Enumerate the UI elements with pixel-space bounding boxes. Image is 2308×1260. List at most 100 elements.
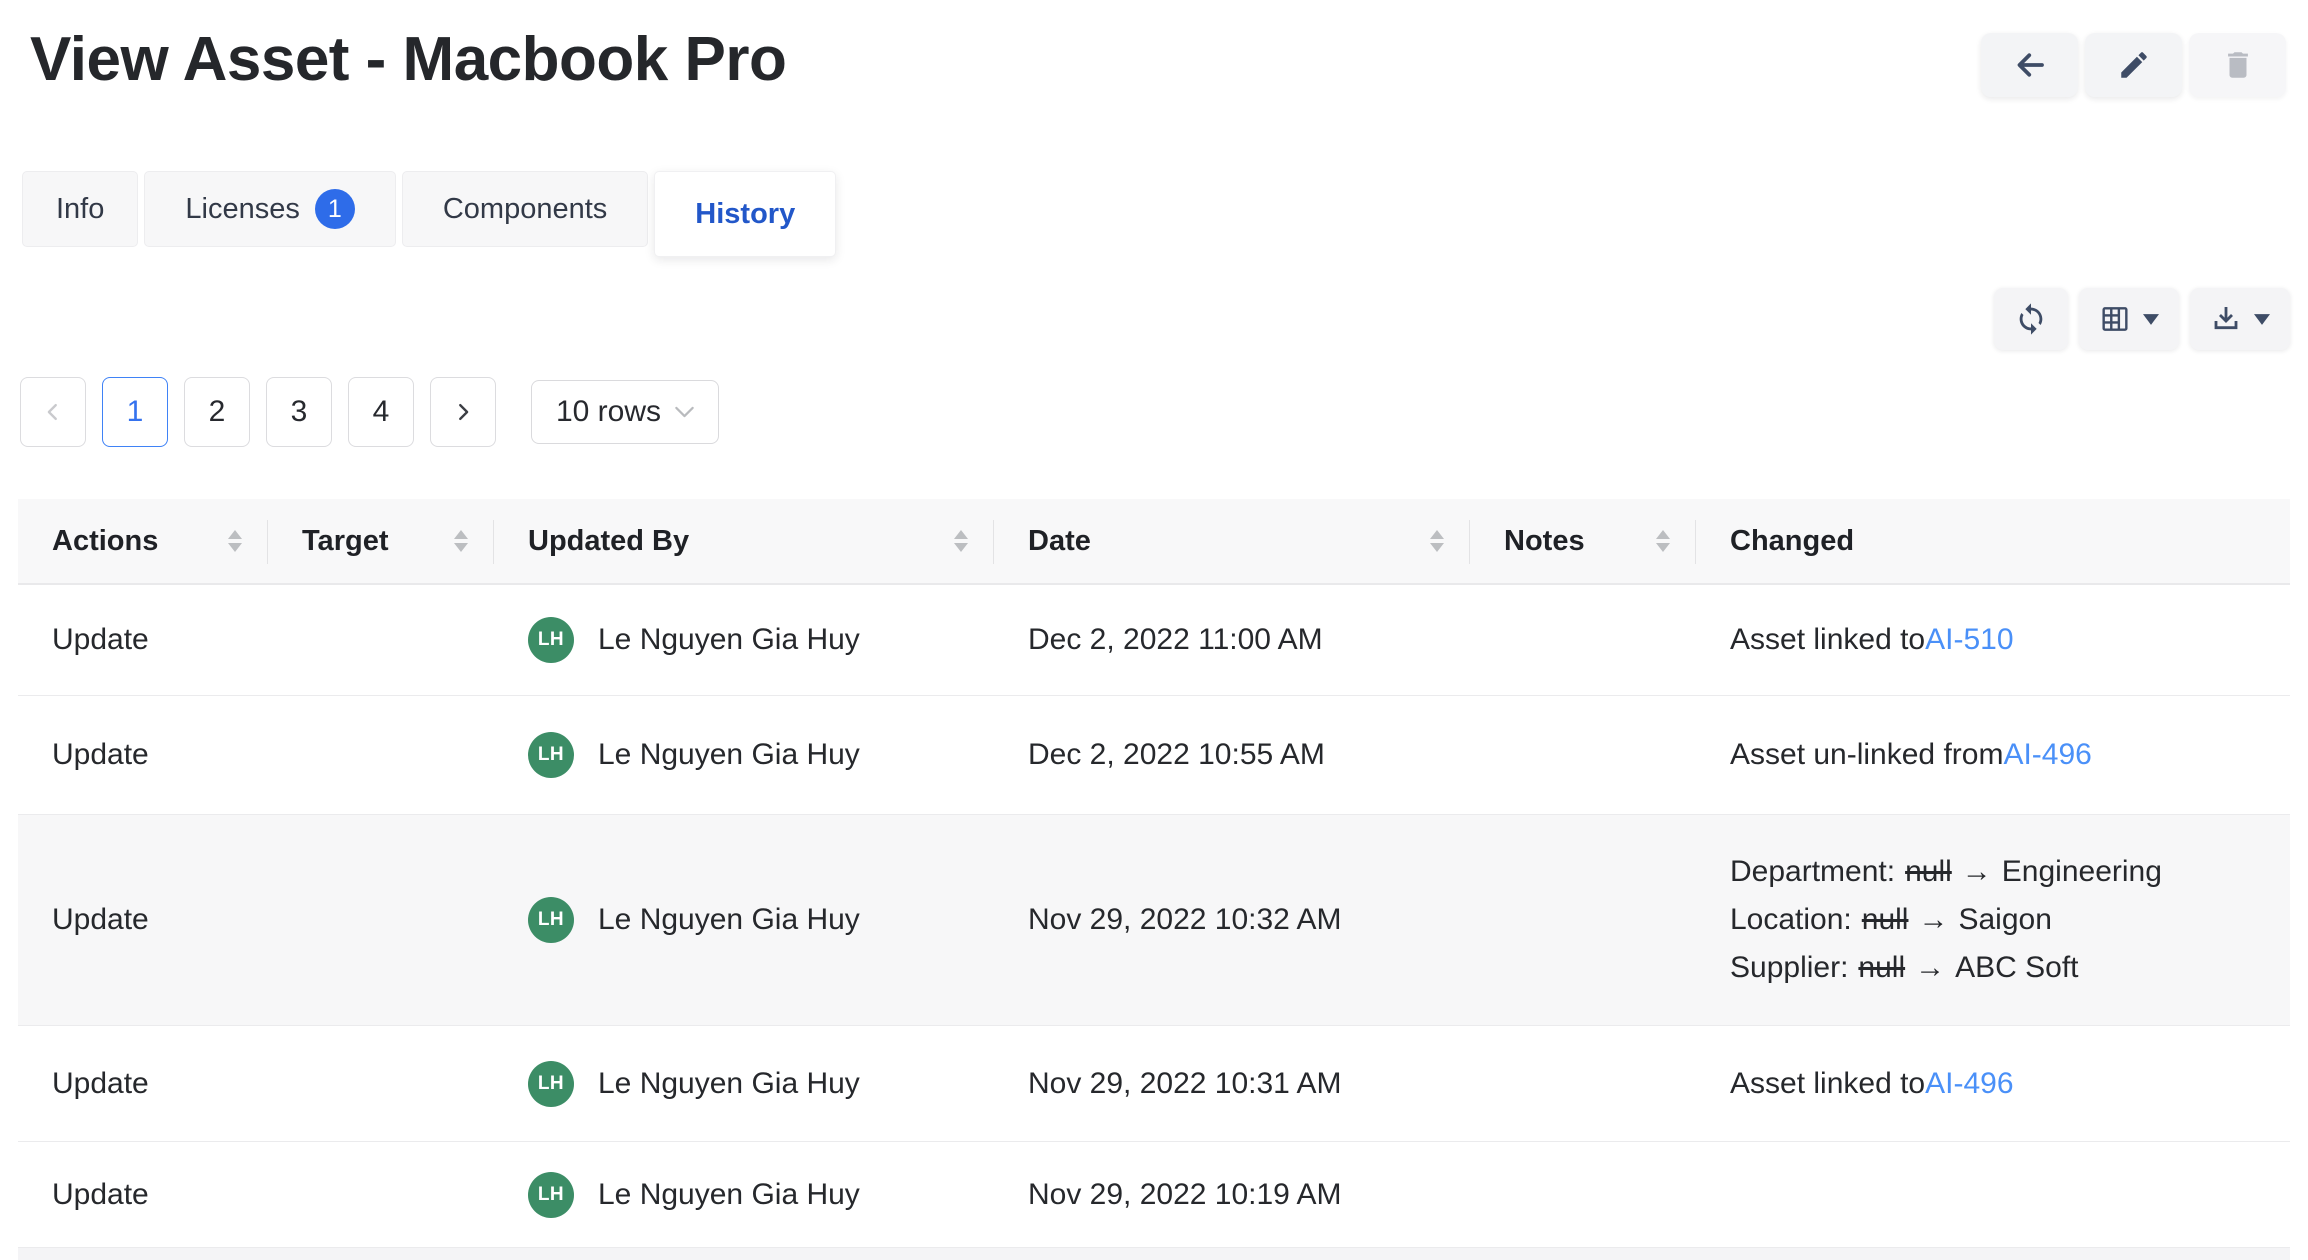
- download-icon: [2210, 303, 2242, 335]
- user-avatar: LH: [528, 732, 574, 778]
- notes-cell: [1470, 1026, 1696, 1141]
- column-header-changed: Changed: [1696, 499, 2290, 583]
- tab-components[interactable]: Components: [402, 171, 648, 247]
- target-cell: [268, 585, 494, 695]
- changed-cell: Department: null → Engineering Location:…: [1696, 815, 2290, 1025]
- trash-icon: [2221, 48, 2255, 82]
- updated-by-cell: LH Le Nguyen Gia Huy: [494, 696, 994, 814]
- history-table: Actions Target Updated By Date Notes Cha…: [18, 499, 2290, 1248]
- column-header-updated-by[interactable]: Updated By: [494, 499, 994, 583]
- date-cell: Dec 2, 2022 10:55 AM: [994, 696, 1470, 814]
- pencil-icon: [2117, 48, 2151, 82]
- new-value: ABC Soft: [1955, 944, 2078, 992]
- field-name: Department:: [1730, 848, 1895, 896]
- old-value: null: [1858, 944, 1905, 992]
- rows-per-page-select[interactable]: 10 rows: [531, 380, 719, 444]
- sort-icon: [1430, 530, 1444, 552]
- page-button-1[interactable]: 1: [102, 377, 168, 447]
- updated-by-cell: LH Le Nguyen Gia Huy: [494, 585, 994, 695]
- sort-icon: [228, 530, 242, 552]
- table-row: Update LH Le Nguyen Gia Huy Dec 2, 2022 …: [18, 585, 2290, 696]
- field-name: Location:: [1730, 896, 1852, 944]
- arrow-glyph: →: [1918, 896, 1948, 944]
- tab-licenses[interactable]: Licenses 1: [144, 171, 395, 247]
- page-button-2[interactable]: 2: [184, 377, 250, 447]
- asset-link[interactable]: AI-510: [1925, 623, 2013, 657]
- prev-page-button[interactable]: [20, 377, 86, 447]
- edit-button[interactable]: [2085, 33, 2182, 97]
- tab-label: Licenses: [185, 193, 299, 226]
- action-cell: Update: [18, 1026, 268, 1141]
- table-row: Update LH Le Nguyen Gia Huy Nov 29, 2022…: [18, 1026, 2290, 1142]
- tab-label: Components: [443, 193, 607, 226]
- user-name: Le Nguyen Gia Huy: [598, 1067, 860, 1101]
- refresh-icon: [2014, 302, 2048, 336]
- chevron-down-icon: [675, 406, 694, 418]
- column-header-date[interactable]: Date: [994, 499, 1470, 583]
- date-cell: Dec 2, 2022 11:00 AM: [994, 585, 1470, 695]
- pagination: 1 2 3 4 10 rows: [20, 377, 2308, 447]
- page-button-4[interactable]: 4: [348, 377, 414, 447]
- licenses-count-badge: 1: [315, 189, 355, 229]
- changed-field-line: Supplier: null → ABC Soft: [1730, 944, 2079, 992]
- sort-icon: [1656, 530, 1670, 552]
- user-name: Le Nguyen Gia Huy: [598, 623, 860, 657]
- caret-down-icon: [2143, 314, 2159, 325]
- page-title: View Asset - Macbook Pro: [30, 26, 786, 94]
- back-button[interactable]: [1981, 33, 2078, 97]
- column-header-target[interactable]: Target: [268, 499, 494, 583]
- changed-cell: Asset un-linked from AI-496: [1696, 696, 2290, 814]
- field-name: Supplier:: [1730, 944, 1848, 992]
- next-page-button[interactable]: [430, 377, 496, 447]
- changed-field-line: Department: null → Engineering: [1730, 848, 2162, 896]
- column-header-notes[interactable]: Notes: [1470, 499, 1696, 583]
- target-cell: [268, 696, 494, 814]
- notes-cell: [1470, 696, 1696, 814]
- user-avatar: LH: [528, 1061, 574, 1107]
- refresh-button[interactable]: [1994, 288, 2068, 350]
- notes-cell: [1470, 585, 1696, 695]
- user-name: Le Nguyen Gia Huy: [598, 738, 860, 772]
- page-header: View Asset - Macbook Pro: [0, 0, 2308, 97]
- delete-button[interactable]: [2189, 33, 2286, 97]
- tab-history[interactable]: History: [654, 171, 836, 257]
- chevron-left-icon: [42, 401, 64, 423]
- user-avatar: LH: [528, 617, 574, 663]
- new-value: Saigon: [1958, 896, 2051, 944]
- table-header-row: Actions Target Updated By Date Notes Cha…: [18, 499, 2290, 585]
- notes-cell: [1470, 1142, 1696, 1247]
- notes-cell: [1470, 815, 1696, 1025]
- target-cell: [268, 1142, 494, 1247]
- export-button[interactable]: [2190, 288, 2290, 350]
- column-header-actions[interactable]: Actions: [18, 499, 268, 583]
- changed-text: Asset linked to: [1730, 1067, 1925, 1101]
- updated-by-cell: LH Le Nguyen Gia Huy: [494, 1142, 994, 1247]
- view-asset-page: View Asset - Macbook Pro Info: [0, 0, 2308, 1260]
- old-value: null: [1862, 896, 1909, 944]
- updated-by-cell: LH Le Nguyen Gia Huy: [494, 1026, 994, 1141]
- changed-text: Asset un-linked from: [1730, 738, 2003, 772]
- sort-icon: [954, 530, 968, 552]
- updated-by-cell: LH Le Nguyen Gia Huy: [494, 815, 994, 1025]
- changed-cell: Asset linked to AI-510: [1696, 585, 2290, 695]
- action-cell: Update: [18, 585, 268, 695]
- table-row: Update LH Le Nguyen Gia Huy Nov 29, 2022…: [18, 815, 2290, 1026]
- arrow-left-icon: [2012, 47, 2048, 83]
- asset-link[interactable]: AI-496: [1925, 1067, 2013, 1101]
- user-avatar: LH: [528, 897, 574, 943]
- asset-link[interactable]: AI-496: [2003, 738, 2091, 772]
- table-row: Update LH Le Nguyen Gia Huy Nov 29, 2022…: [18, 1142, 2290, 1248]
- table-body: Update LH Le Nguyen Gia Huy Dec 2, 2022 …: [18, 585, 2290, 1248]
- columns-button[interactable]: [2079, 288, 2179, 350]
- table-toolbar: [0, 288, 2290, 350]
- changed-cell: Asset linked to AI-496: [1696, 1026, 2290, 1141]
- rows-per-page-value: 10 rows: [556, 395, 661, 429]
- page-button-3[interactable]: 3: [266, 377, 332, 447]
- tab-label: History: [695, 198, 795, 231]
- date-cell: Nov 29, 2022 10:32 AM: [994, 815, 1470, 1025]
- table-row: Update LH Le Nguyen Gia Huy Dec 2, 2022 …: [18, 696, 2290, 815]
- tab-info[interactable]: Info: [22, 171, 138, 247]
- tab-bar: Info Licenses 1 Components History: [0, 171, 2308, 257]
- action-cell: Update: [18, 696, 268, 814]
- date-cell: Nov 29, 2022 10:19 AM: [994, 1142, 1470, 1247]
